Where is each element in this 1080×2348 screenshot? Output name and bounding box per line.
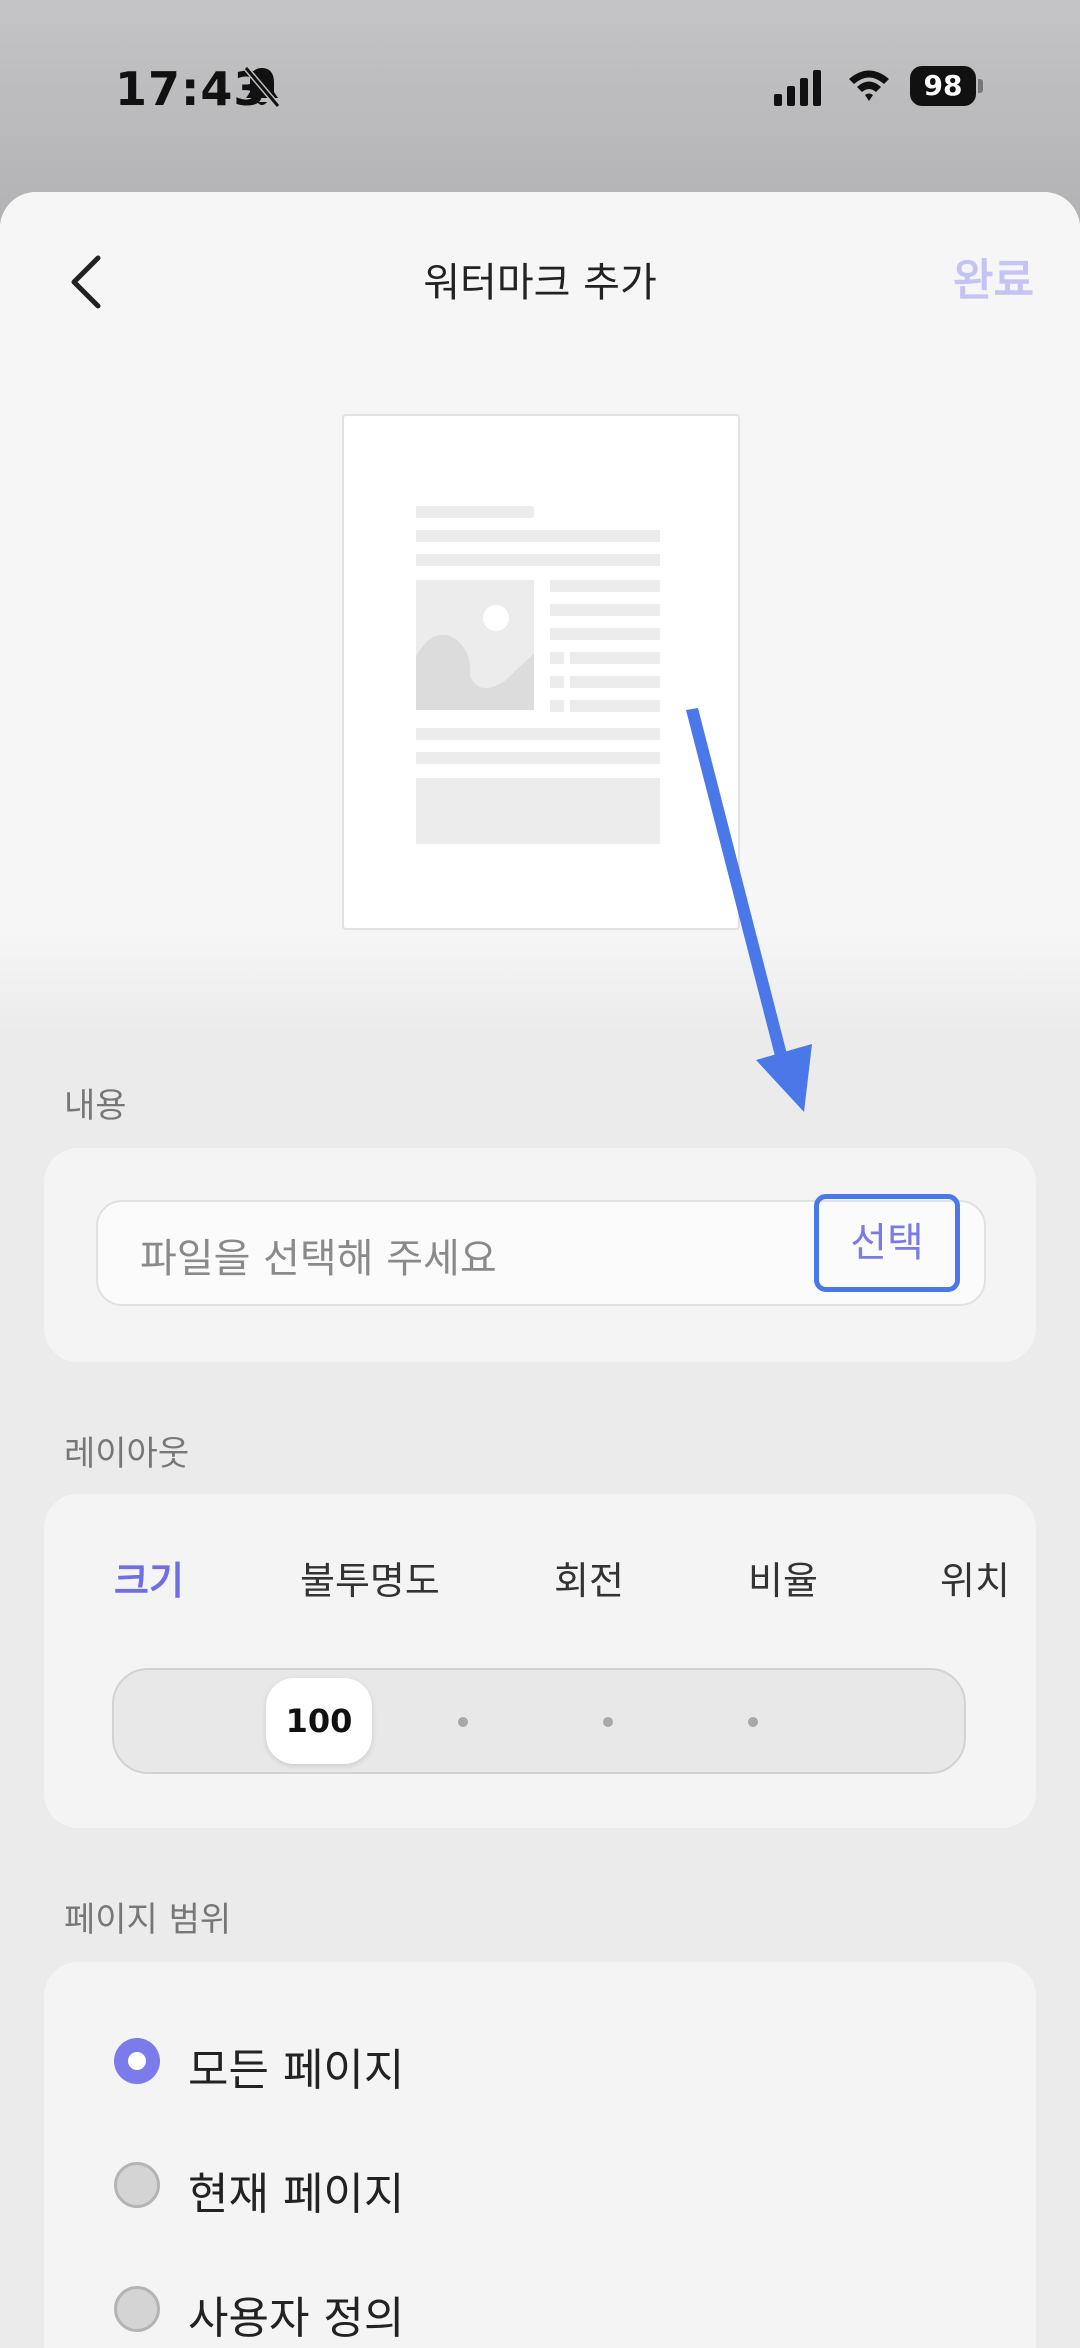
silent-bell-icon	[243, 66, 281, 108]
layout-card: 크기 불투명도 회전 비율 위치 100	[44, 1494, 1036, 1828]
tab-opacity[interactable]: 불투명도	[300, 1550, 440, 1605]
status-bar: 17:43 98	[0, 0, 1080, 170]
battery-level: 98	[910, 66, 976, 106]
radio-unselected-icon	[114, 2162, 160, 2208]
tab-position[interactable]: 위치	[940, 1550, 1010, 1605]
done-button[interactable]: 완료	[953, 244, 1034, 308]
size-slider[interactable]: 100	[112, 1668, 966, 1774]
layout-section-label: 레이아웃	[64, 1434, 190, 1474]
slider-knob[interactable]: 100	[266, 1678, 372, 1764]
tab-ratio[interactable]: 비율	[748, 1550, 818, 1605]
document-preview	[342, 414, 740, 930]
wifi-icon	[849, 70, 889, 101]
radio-label: 모든 페이지	[188, 2045, 405, 2096]
slider-step-dot	[458, 1717, 468, 1727]
content-section-label: 내용	[64, 1086, 127, 1126]
tab-rotation[interactable]: 회전	[554, 1550, 624, 1605]
file-placeholder-text: 파일을 선택해 주세요	[140, 1236, 497, 1282]
radio-label: 현재 페이지	[188, 2169, 405, 2220]
watermark-sheet: 워터마크 추가 완료 내용 파일을 선택해 주세요 선택 레이아웃 크기 불투명…	[0, 192, 1080, 2348]
radio-label: 사용자 정의	[188, 2293, 405, 2344]
page-range-section-label: 페이지 범위	[64, 1900, 232, 1940]
content-card: 파일을 선택해 주세요 선택	[44, 1148, 1036, 1362]
select-file-button[interactable]: 선택	[814, 1194, 960, 1292]
battery-indicator: 98	[910, 66, 983, 108]
battery-tip	[978, 79, 983, 93]
document-thumbnail-illustration	[416, 506, 660, 844]
page-title: 워터마크 추가	[423, 260, 657, 306]
page-range-card: 모든 페이지 현재 페이지 사용자 정의	[44, 1962, 1036, 2348]
slider-step-dot	[748, 1717, 758, 1727]
radio-selected-icon	[114, 2038, 160, 2084]
layout-tabs: 크기 불투명도 회전 비율 위치	[44, 1494, 1036, 1654]
slider-step-dot	[603, 1717, 613, 1727]
tab-size[interactable]: 크기	[114, 1550, 184, 1605]
radio-unselected-icon	[114, 2286, 160, 2332]
cellular-signal-icon	[774, 70, 821, 106]
